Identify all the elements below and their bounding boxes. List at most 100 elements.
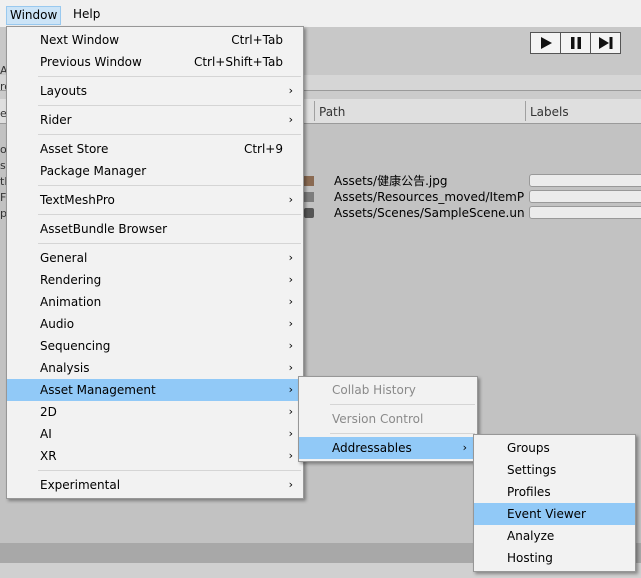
play-button[interactable]: [530, 32, 561, 54]
menu-item-label: Rendering: [40, 273, 102, 287]
menu-item-label: Addressables: [332, 441, 412, 455]
menu-separator: [7, 182, 303, 189]
menu-item-experimental[interactable]: Experimental ›: [7, 474, 303, 496]
menubar-window[interactable]: Window: [6, 6, 62, 25]
chevron-right-icon: ›: [288, 193, 293, 206]
menu-item-label: Previous Window: [40, 55, 142, 69]
chevron-right-icon: ›: [288, 478, 293, 491]
menu-item-settings[interactable]: Settings: [474, 459, 635, 481]
menu-item-label: Asset Store: [40, 142, 109, 156]
menu-item-next-window[interactable]: Next Window Ctrl+Tab: [7, 29, 303, 51]
menu-item-package-manager[interactable]: Package Manager: [7, 160, 303, 182]
menu-item-sequencing[interactable]: Sequencing ›: [7, 335, 303, 357]
menu-item-version-control: Version Control: [299, 408, 477, 430]
table-row[interactable]: Assets/健康公告.jpg: [300, 173, 641, 189]
chevron-right-icon: ›: [288, 427, 293, 440]
menu-item-label: Audio: [40, 317, 75, 331]
chevron-right-icon: ›: [288, 251, 293, 264]
menu-item-analyze[interactable]: Analyze: [474, 525, 635, 547]
menu-separator: [7, 240, 303, 247]
menu-separator: [299, 401, 477, 408]
menu-item-addressables[interactable]: Addressables ›: [299, 437, 477, 459]
menu-item-rendering[interactable]: Rendering ›: [7, 269, 303, 291]
menu-item-label: Sequencing: [40, 339, 111, 353]
menu-item-label: Analysis: [40, 361, 90, 375]
menu-item-2d[interactable]: 2D ›: [7, 401, 303, 423]
asset-labels-field[interactable]: [529, 174, 641, 187]
menu-item-shortcut: Ctrl+Shift+Tab: [193, 55, 283, 69]
menu-separator: [7, 102, 303, 109]
menu-separator: [7, 211, 303, 218]
menu-item-event-viewer[interactable]: Event Viewer: [474, 503, 635, 525]
menu-item-label: Profiles: [507, 485, 551, 499]
pause-button[interactable]: [560, 32, 591, 54]
asset-labels-field[interactable]: [529, 190, 641, 203]
menu-item-audio[interactable]: Audio ›: [7, 313, 303, 335]
menu-item-asset-management[interactable]: Asset Management ›: [7, 379, 303, 401]
menu-separator: [7, 467, 303, 474]
asset-labels-field[interactable]: [529, 206, 641, 219]
menu-item-label: General: [40, 251, 88, 265]
chevron-right-icon: ›: [288, 383, 293, 396]
asset-path: Assets/健康公告.jpg: [334, 174, 448, 188]
chevron-right-icon: ›: [462, 441, 467, 454]
menu-item-label: Collab History: [332, 383, 416, 397]
menu-item-label: Version Control: [332, 412, 424, 426]
step-button[interactable]: [590, 32, 621, 54]
menu-separator: [7, 131, 303, 138]
menu-item-previous-window[interactable]: Previous Window Ctrl+Shift+Tab: [7, 51, 303, 73]
chevron-right-icon: ›: [288, 405, 293, 418]
menu-item-layouts[interactable]: Layouts ›: [7, 80, 303, 102]
menu-item-asset-store[interactable]: Asset Store Ctrl+9: [7, 138, 303, 160]
column-separator[interactable]: [525, 101, 526, 121]
menu-separator: [299, 430, 477, 437]
menu-item-ai[interactable]: AI ›: [7, 423, 303, 445]
menu-item-label: AssetBundle Browser: [40, 222, 168, 236]
menu-item-xr[interactable]: XR ›: [7, 445, 303, 467]
menu-item-label: Layouts: [40, 84, 88, 98]
menu-item-rider[interactable]: Rider ›: [7, 109, 303, 131]
menu-item-analysis[interactable]: Analysis ›: [7, 357, 303, 379]
menu-item-animation[interactable]: Animation ›: [7, 291, 303, 313]
scene-file-icon: [304, 208, 314, 218]
menu-item-shortcut: Ctrl+9: [243, 142, 283, 156]
menu-item-label: Hosting: [507, 551, 553, 565]
play-icon: [540, 37, 552, 49]
menu-item-label: Groups: [507, 441, 550, 455]
menu-item-general[interactable]: General ›: [7, 247, 303, 269]
menu-item-label: Package Manager: [40, 164, 147, 178]
playback-controls: [530, 32, 621, 54]
menu-item-label: Animation: [40, 295, 102, 309]
menubar-help[interactable]: Help: [70, 6, 103, 25]
menu-item-hosting[interactable]: Hosting: [474, 547, 635, 569]
menubar: Window Help: [0, 0, 641, 27]
chevron-right-icon: ›: [288, 295, 293, 308]
image-file-icon: [304, 176, 314, 186]
chevron-right-icon: ›: [288, 339, 293, 352]
column-labels[interactable]: Labels: [530, 99, 569, 123]
step-icon: [598, 37, 612, 49]
menu-item-groups[interactable]: Groups: [474, 437, 635, 459]
column-separator[interactable]: [314, 101, 315, 121]
menu-item-assetbundle-browser[interactable]: AssetBundle Browser: [7, 218, 303, 240]
menu-item-label: AI: [40, 427, 52, 441]
menu-item-label: 2D: [40, 405, 57, 419]
chevron-right-icon: ›: [288, 361, 293, 374]
table-row[interactable]: Assets/Scenes/SampleScene.unit: [300, 205, 641, 221]
prefab-file-icon: [304, 192, 314, 202]
menu-item-shortcut: Ctrl+Tab: [231, 33, 283, 47]
menu-item-label: Event Viewer: [507, 507, 586, 521]
chevron-right-icon: ›: [288, 317, 293, 330]
asset-management-menu: Collab History Version Control Addressab…: [298, 376, 478, 462]
addressables-menu: Groups Settings Profiles Event Viewer An…: [473, 434, 636, 572]
clipped-text: s: [0, 159, 6, 172]
pause-icon: [570, 37, 581, 49]
menu-separator: [7, 73, 303, 80]
chevron-right-icon: ›: [288, 113, 293, 126]
chevron-right-icon: ›: [288, 84, 293, 97]
menu-item-profiles[interactable]: Profiles: [474, 481, 635, 503]
column-path[interactable]: Path: [319, 99, 345, 123]
table-row[interactable]: Assets/Resources_moved/ItemPr: [300, 189, 641, 205]
asset-path: Assets/Resources_moved/ItemPr: [334, 190, 524, 204]
menu-item-textmeshpro[interactable]: TextMeshPro ›: [7, 189, 303, 211]
